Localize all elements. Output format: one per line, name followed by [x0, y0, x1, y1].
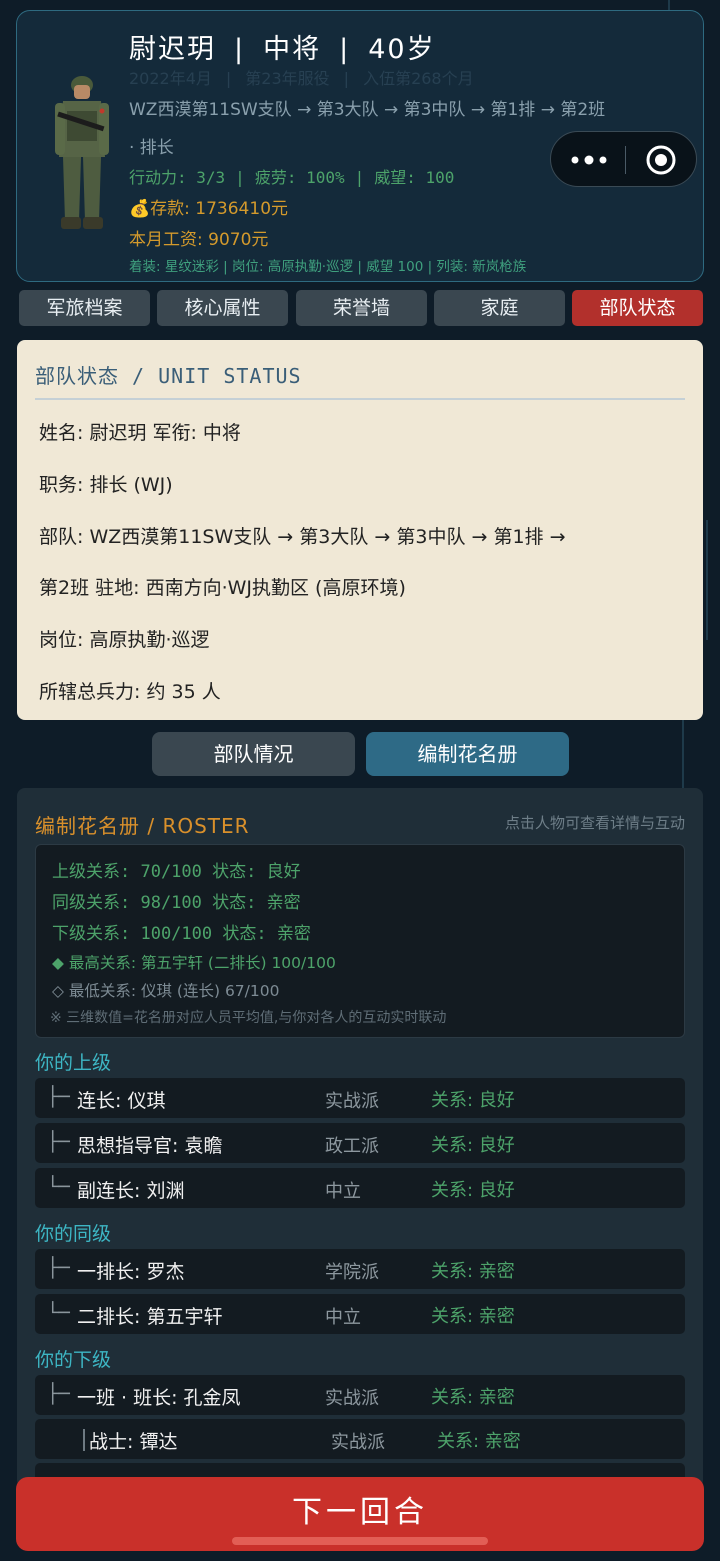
person-faction: 中立: [325, 1307, 361, 1328]
tree-branch: └─: [47, 1302, 70, 1324]
person-name: 二排长: 第五宇轩: [77, 1306, 223, 1328]
service-months: 入伍第268个月: [363, 69, 474, 88]
tree-branch: └─: [47, 1176, 70, 1198]
stats-separator: |: [354, 168, 365, 187]
highest-relation: ◆ 最高关系: 第五宇轩 (二排长) 100/100: [52, 954, 336, 972]
unit-role: · 排长: [129, 138, 174, 158]
faded-separator: |: [225, 69, 232, 88]
person-relation: 关系: 良好: [431, 1135, 515, 1156]
savings-line: 💰存款: 1736410元: [129, 199, 289, 219]
unit-status-panel: 部队状态 / UNIT STATUS 姓名: 尉迟玥 军衔: 中将 职务: 排长…: [17, 340, 703, 720]
service-years: 第23年服役: [245, 69, 330, 88]
section-superiors: 你的上级: [35, 1052, 112, 1074]
person-name: 副连长: 刘渊: [77, 1180, 185, 1202]
person-faction: 政工派: [325, 1136, 379, 1157]
roster-row[interactable]: ├─ 一排长: 罗杰 学院派 关系: 亲密: [35, 1249, 685, 1289]
profile-age: 40岁: [368, 34, 436, 65]
tab-honor-wall[interactable]: 荣誉墙: [296, 290, 427, 326]
status-duty: 职务: 排长 (WJ): [39, 474, 173, 496]
superior-relation: 上级关系: 70/100 状态: 良好: [52, 862, 301, 882]
person-relation: 关系: 亲密: [431, 1387, 515, 1408]
status-post: 岗位: 高原执勤·巡逻: [39, 629, 210, 651]
unit-overview-button[interactable]: 部队情况: [152, 732, 355, 776]
soldier-avatar: [55, 76, 109, 229]
faded-separator: |: [343, 69, 350, 88]
profile-title: 尉迟玥 | 中将 | 40岁: [129, 27, 436, 66]
status-name-rank: 姓名: 尉迟玥 军衔: 中将: [39, 422, 241, 444]
roster-button[interactable]: 编制花名册: [366, 732, 569, 776]
roster-row[interactable]: ├─ 思想指导官: 袁瞻 政工派 关系: 良好: [35, 1123, 685, 1163]
person-name: 连长: 仪琪: [77, 1090, 166, 1112]
person-relation: 关系: 亲密: [431, 1306, 515, 1327]
fatigue-stat: 疲劳: 100%: [254, 168, 345, 187]
service-date: 2022年4月: [129, 69, 212, 88]
status-unit: 部队: WZ西漠第11SW支队 → 第3大队 → 第3中队 → 第1排 →: [39, 526, 566, 548]
miniprogram-capsule: [550, 131, 697, 187]
person-faction: 实战派: [331, 1432, 385, 1453]
tree-branch: ├─: [47, 1086, 70, 1108]
status-divider: [35, 398, 685, 400]
relations-summary: 上级关系: 70/100 状态: 良好 同级关系: 98/100 状态: 亲密 …: [35, 844, 685, 1038]
decor-line: [706, 520, 708, 640]
salary-line: 本月工资: 9070元: [129, 230, 269, 250]
tab-military-archive[interactable]: 军旅档案: [19, 290, 150, 326]
person-faction: 实战派: [325, 1388, 379, 1409]
roster-title: 编制花名册 / ROSTER: [35, 814, 250, 838]
profile-rank: 中将: [263, 34, 322, 65]
capsule-divider: [625, 146, 626, 174]
person-name: 战士: 镡达: [89, 1431, 178, 1453]
peer-relation: 同级关系: 98/100 状态: 亲密: [52, 893, 301, 913]
roster-row[interactable]: └─ 副连长: 刘渊 中立 关系: 良好: [35, 1168, 685, 1208]
roster-row[interactable]: └─ 二排长: 第五宇轩 中立 关系: 亲密: [35, 1294, 685, 1334]
relation-note: ※ 三维数值=花名册对应人员平均值,与你对各人的互动实时联动: [50, 1010, 447, 1026]
tab-unit-status[interactable]: 部队状态: [572, 290, 703, 326]
roster-row[interactable]: 战士: 镡达 实战派 关系: 亲密: [35, 1419, 685, 1459]
profile-name: 尉迟玥: [129, 34, 216, 65]
subordinate-relation: 下级关系: 100/100 状态: 亲密: [52, 924, 311, 944]
tree-branch: [83, 1429, 85, 1451]
person-faction: 学院派: [325, 1262, 379, 1283]
more-dots-icon[interactable]: [569, 150, 609, 170]
tree-branch: ├─: [47, 1257, 70, 1279]
person-relation: 关系: 良好: [431, 1090, 515, 1111]
stats-line: 行动力: 3/3 | 疲劳: 100% | 威望: 100: [129, 164, 454, 188]
status-troops: 所辖总兵力: 约 35 人: [39, 681, 221, 703]
person-name: 思想指导官: 袁瞻: [77, 1135, 223, 1157]
service-info-faded: 2022年4月 | 第23年服役 | 入伍第268个月: [129, 65, 474, 89]
section-subordinates: 你的下级: [35, 1349, 112, 1371]
tab-family[interactable]: 家庭: [434, 290, 565, 326]
equipment-line: 着装: 星纹迷彩 | 岗位: 高原执勤·巡逻 | 威望 100 | 列装: 新岚…: [129, 259, 527, 275]
main-tabs: 军旅档案 核心属性 荣誉墙 家庭 部队状态: [19, 290, 703, 328]
unit-path: WZ西漠第11SW支队 → 第3大队 → 第3中队 → 第1排 → 第2班: [129, 100, 606, 120]
person-faction: 中立: [325, 1181, 361, 1202]
tree-branch: ├─: [47, 1131, 70, 1153]
status-station: 第2班 驻地: 西南方向·WJ执勤区 (高原环境): [39, 577, 406, 599]
title-separator: |: [339, 34, 351, 65]
action-points: 行动力: 3/3: [129, 168, 226, 187]
person-faction: 实战派: [325, 1091, 379, 1112]
roster-row[interactable]: ├─ 一班 · 班长: 孔金凤 实战派 关系: 亲密: [35, 1375, 685, 1415]
home-indicator: [232, 1537, 488, 1545]
prestige-stat: 威望: 100: [374, 168, 455, 187]
person-relation: 关系: 良好: [431, 1180, 515, 1201]
person-name: 一排长: 罗杰: [77, 1261, 185, 1283]
lowest-relation: ◇ 最低关系: 仪琪 (连长) 67/100: [52, 982, 280, 1000]
person-relation: 关系: 亲密: [431, 1261, 515, 1282]
title-separator: |: [234, 34, 246, 65]
tab-core-attributes[interactable]: 核心属性: [157, 290, 288, 326]
stats-separator: |: [235, 168, 245, 187]
target-close-icon[interactable]: [645, 144, 677, 176]
roster-hint: 点击人物可查看详情与互动: [504, 814, 685, 832]
roster-row[interactable]: ├─ 连长: 仪琪 实战派 关系: 良好: [35, 1078, 685, 1118]
status-title: 部队状态 / UNIT STATUS: [35, 364, 302, 388]
section-peers: 你的同级: [35, 1223, 112, 1245]
person-relation: 关系: 亲密: [437, 1431, 521, 1452]
tree-branch: ├─: [47, 1383, 70, 1405]
roster-panel: 编制花名册 / ROSTER 点击人物可查看详情与互动 上级关系: 70/100…: [17, 788, 703, 1488]
person-name: 一班 · 班长: 孔金凤: [77, 1387, 241, 1409]
